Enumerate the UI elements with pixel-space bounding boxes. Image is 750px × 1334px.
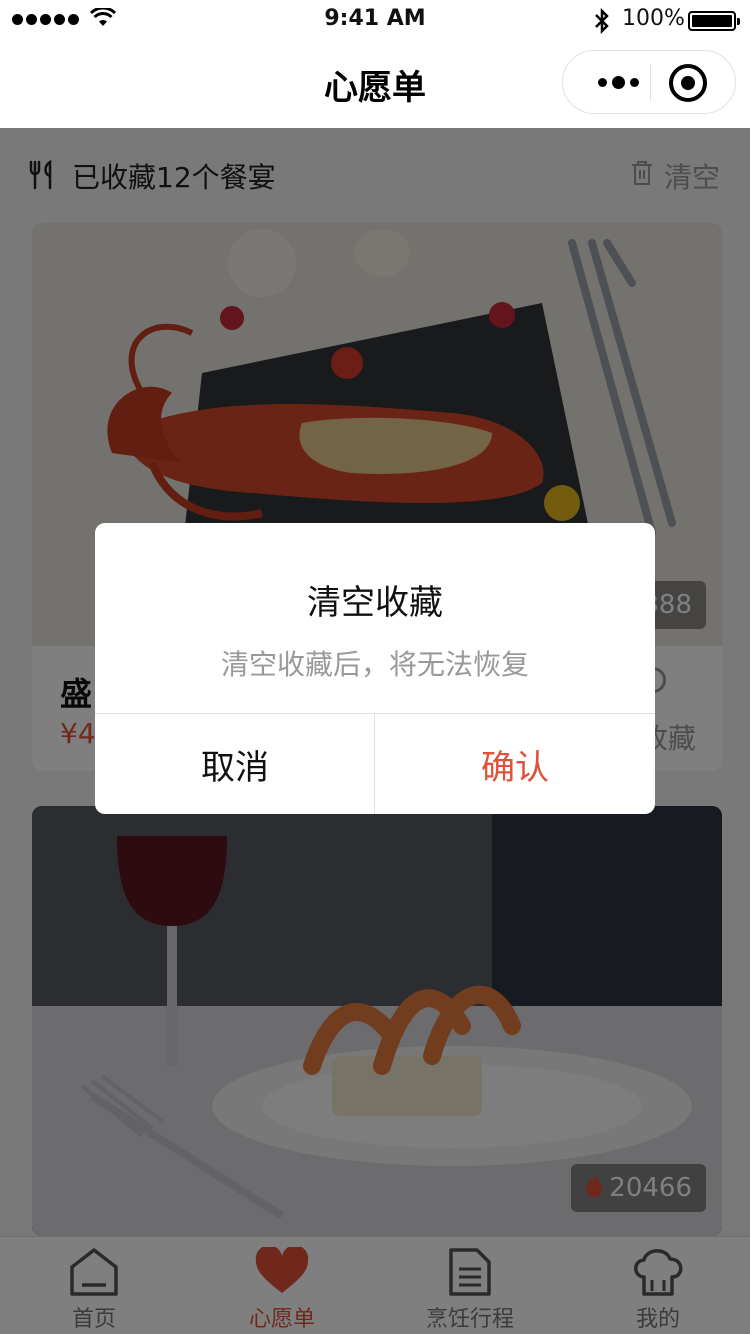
cancel-button[interactable]: 取消 xyxy=(95,714,375,814)
capsule-divider xyxy=(650,65,651,101)
close-target-icon[interactable] xyxy=(669,64,707,102)
dialog-title: 清空收藏 xyxy=(307,583,443,623)
more-icon[interactable] xyxy=(587,51,649,113)
battery-percent: 100% xyxy=(622,6,685,31)
status-bar: 9:41 AM 100% xyxy=(0,0,750,40)
mini-program-capsule xyxy=(562,50,736,114)
nav-bar: 心愿单 xyxy=(0,40,750,128)
battery-icon xyxy=(688,11,740,31)
confirm-button[interactable]: 确认 xyxy=(375,714,655,814)
bluetooth-icon xyxy=(593,7,611,38)
dialog-message: 清空收藏后，将无法恢复 xyxy=(220,648,529,681)
clear-confirm-dialog: 清空收藏 清空收藏后，将无法恢复 取消 确认 xyxy=(95,523,655,814)
